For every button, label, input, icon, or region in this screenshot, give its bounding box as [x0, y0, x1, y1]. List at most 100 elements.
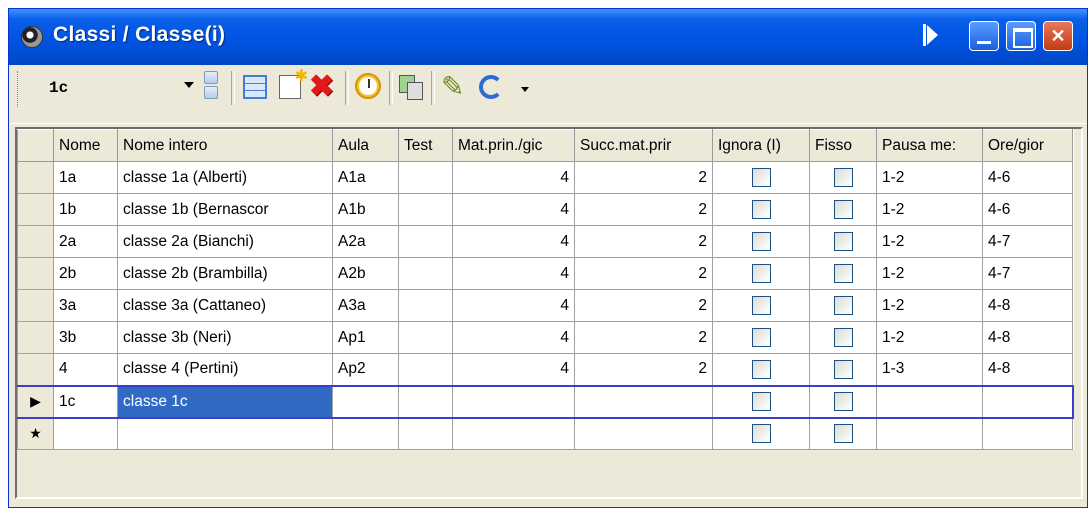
cell-aula[interactable]: [332, 384, 399, 419]
cell-pausa[interactable]: [876, 384, 983, 419]
cell-nome-intero[interactable]: classe 2b (Brambilla): [117, 257, 333, 290]
cell-aula[interactable]: Ap2: [332, 353, 399, 386]
current-row-marker[interactable]: ▶: [17, 384, 54, 419]
table-row[interactable]: 3b classe 3b (Neri) Ap1 4 2 1-2 4-8: [17, 321, 1073, 354]
copy-icon[interactable]: [399, 75, 423, 100]
table-row[interactable]: 1a classe 1a (Alberti) A1a 4 2 1-2 4-6: [17, 161, 1073, 194]
maximize-button[interactable]: [1006, 21, 1036, 51]
app-icon[interactable]: [21, 26, 43, 48]
cell-succ-mat[interactable]: 2: [574, 289, 713, 322]
cell-succ-mat[interactable]: 2: [574, 321, 713, 354]
cell-nome-intero[interactable]: classe 1b (Bernascor: [117, 193, 333, 226]
cell-nome-intero-editing[interactable]: classe 1c: [117, 384, 333, 419]
cell-test[interactable]: [398, 161, 453, 194]
cell-succ-mat[interactable]: [574, 417, 713, 450]
new-record-row[interactable]: ★: [17, 417, 1073, 450]
table-row[interactable]: 3a classe 3a (Cattaneo) A3a 4 2 1-2 4-8: [17, 289, 1073, 322]
refresh-icon[interactable]: [479, 75, 503, 99]
row-header[interactable]: [17, 161, 54, 194]
cell-ignora[interactable]: [712, 384, 810, 419]
minimize-button[interactable]: [969, 21, 999, 51]
cell-nome[interactable]: 3a: [53, 289, 118, 322]
brush-icon[interactable]: ✎: [441, 73, 469, 101]
cell-succ-mat[interactable]: [574, 384, 713, 419]
cell-pausa[interactable]: [876, 417, 983, 450]
col-header-ignora[interactable]: Ignora (I): [712, 129, 810, 162]
cell-ore[interactable]: 4-8: [982, 353, 1073, 386]
corner-cell[interactable]: [17, 129, 54, 162]
spin-down-icon[interactable]: [204, 86, 218, 99]
fisso-checkbox[interactable]: [833, 424, 853, 444]
cell-succ-mat[interactable]: 2: [574, 353, 713, 386]
cell-test[interactable]: [398, 321, 453, 354]
col-header-nome-intero[interactable]: Nome intero: [117, 129, 333, 162]
col-header-aula[interactable]: Aula: [332, 129, 399, 162]
row-header[interactable]: [17, 353, 54, 386]
col-header-test[interactable]: Test: [398, 129, 453, 162]
cell-mat-prin[interactable]: [452, 384, 575, 419]
row-header[interactable]: [17, 289, 54, 322]
cell-fisso[interactable]: [809, 321, 877, 354]
ignora-checkbox[interactable]: [751, 424, 771, 444]
table-row[interactable]: 4 classe 4 (Pertini) Ap2 4 2 1-3 4-8: [17, 353, 1073, 386]
col-header-pausa[interactable]: Pausa me:: [876, 129, 983, 162]
cell-nome[interactable]: [53, 417, 118, 450]
cell-aula[interactable]: A1b: [332, 193, 399, 226]
cell-aula[interactable]: A1a: [332, 161, 399, 194]
ignora-checkbox[interactable]: [751, 328, 771, 347]
new-row-marker[interactable]: ★: [17, 417, 54, 450]
cell-ore[interactable]: 4-7: [982, 225, 1073, 258]
cell-ignora[interactable]: [712, 257, 810, 290]
cell-test[interactable]: [398, 353, 453, 386]
fisso-checkbox[interactable]: [833, 264, 853, 283]
cell-test[interactable]: [398, 257, 453, 290]
delete-icon[interactable]: ✖: [309, 72, 337, 102]
chevron-down-icon[interactable]: [181, 73, 197, 95]
cell-pausa[interactable]: 1-2: [876, 193, 983, 226]
cell-aula[interactable]: A2a: [332, 225, 399, 258]
cell-ignora[interactable]: [712, 193, 810, 226]
fisso-checkbox[interactable]: [833, 392, 853, 411]
cell-mat-prin[interactable]: 4: [452, 321, 575, 354]
cell-pausa[interactable]: 1-3: [876, 353, 983, 386]
cell-pausa[interactable]: 1-2: [876, 225, 983, 258]
cell-pausa[interactable]: 1-2: [876, 161, 983, 194]
cell-fisso[interactable]: [809, 353, 877, 386]
ignora-checkbox[interactable]: [751, 296, 771, 315]
cell-mat-prin[interactable]: 4: [452, 193, 575, 226]
cell-ignora[interactable]: [712, 321, 810, 354]
cell-mat-prin[interactable]: [452, 417, 575, 450]
ignora-checkbox[interactable]: [751, 200, 771, 219]
cell-mat-prin[interactable]: 4: [452, 257, 575, 290]
grid-icon[interactable]: [243, 75, 267, 99]
cell-ignora[interactable]: [712, 161, 810, 194]
cell-nome-intero[interactable]: classe 1a (Alberti): [117, 161, 333, 194]
cell-fisso[interactable]: [809, 193, 877, 226]
dropdown-more-icon[interactable]: [521, 87, 529, 92]
cell-ignora[interactable]: [712, 417, 810, 450]
cell-fisso[interactable]: [809, 225, 877, 258]
col-header-ore[interactable]: Ore/gior: [982, 129, 1073, 162]
toolbar-grip[interactable]: [17, 71, 21, 107]
cell-ore[interactable]: [982, 384, 1074, 419]
cell-ore[interactable]: 4-6: [982, 161, 1073, 194]
cell-pausa[interactable]: 1-2: [876, 289, 983, 322]
row-header[interactable]: [17, 321, 54, 354]
cell-fisso[interactable]: [809, 289, 877, 322]
cell-test[interactable]: [398, 384, 453, 419]
cell-succ-mat[interactable]: 2: [574, 193, 713, 226]
table-row[interactable]: 2b classe 2b (Brambilla) A2b 4 2 1-2 4-7: [17, 257, 1073, 290]
row-header[interactable]: [17, 225, 54, 258]
cell-fisso[interactable]: [809, 161, 877, 194]
cell-succ-mat[interactable]: 2: [574, 225, 713, 258]
spin-control[interactable]: [203, 69, 219, 101]
row-header[interactable]: [17, 257, 54, 290]
clock-icon[interactable]: [355, 73, 381, 99]
ignora-checkbox[interactable]: [751, 359, 771, 379]
cell-succ-mat[interactable]: 2: [574, 257, 713, 290]
cell-nome[interactable]: 1b: [53, 193, 118, 226]
new-record-icon[interactable]: [279, 66, 308, 99]
ignora-checkbox[interactable]: [751, 168, 771, 187]
row-header[interactable]: [17, 193, 54, 226]
cell-ignora[interactable]: [712, 353, 810, 386]
